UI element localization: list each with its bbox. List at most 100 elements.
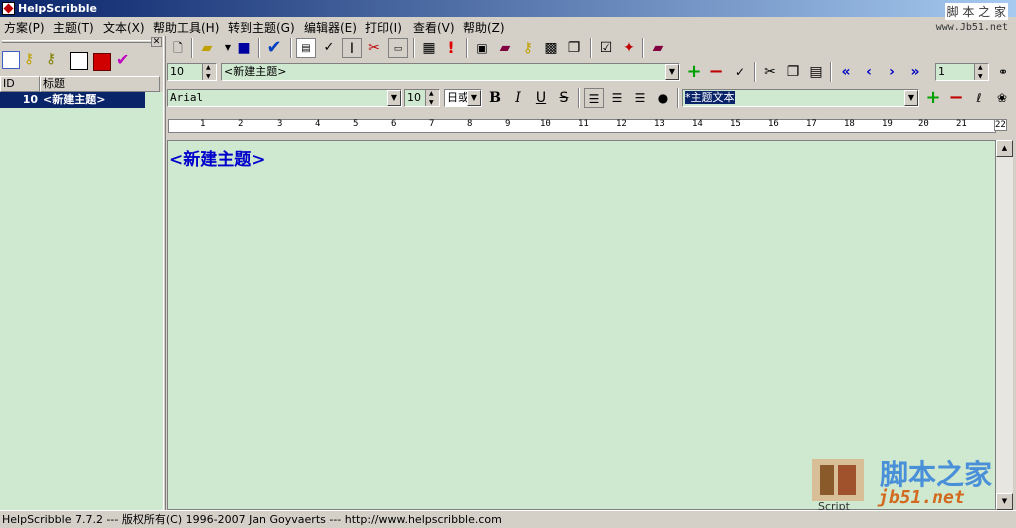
add-style-icon[interactable]: +	[923, 88, 943, 108]
help-book-icon[interactable]: ▰	[648, 38, 668, 58]
add-icon[interactable]: +	[684, 62, 704, 82]
grid-icon[interactable]: ▩	[541, 38, 561, 58]
last-topic-icon[interactable]: »	[905, 62, 925, 82]
preview-icon[interactable]: ▭	[388, 38, 408, 58]
align-left-icon[interactable]: ☰	[584, 88, 604, 108]
column-title[interactable]: 标题	[40, 76, 160, 92]
menu-topic[interactable]: 主题(T)	[53, 19, 94, 36]
menu-project[interactable]: 方案(P)	[4, 19, 45, 36]
key-icon[interactable]: ⚷	[24, 51, 42, 69]
separator	[677, 88, 679, 108]
topic-id-spinner[interactable]	[202, 64, 216, 80]
style-settings-icon[interactable]: ❀	[992, 88, 1012, 108]
menu-goto-topic[interactable]: 转到主题(G)	[228, 19, 295, 36]
column-id[interactable]: ID	[0, 76, 40, 92]
nav-spinner[interactable]	[974, 64, 988, 80]
status-bar: HelpScribble 7.7.2 --- 版权所有(C) 1996-2007…	[0, 510, 1016, 528]
menu-text[interactable]: 文本(X)	[103, 19, 145, 36]
ruler-tick: 22	[994, 119, 1007, 131]
cut-icon[interactable]: ✂	[760, 62, 780, 82]
copy-icon[interactable]: ❐	[783, 62, 803, 82]
book-icon[interactable]: ▰	[495, 38, 515, 58]
align-center-icon[interactable]: ☰	[607, 88, 627, 108]
font-field[interactable]: Arial	[167, 89, 402, 107]
close-icon[interactable]: ✕	[151, 37, 162, 47]
separator	[413, 38, 415, 58]
ruler-tick: 20	[918, 119, 929, 129]
first-topic-icon[interactable]: «	[836, 62, 856, 82]
remove-icon[interactable]: −	[706, 62, 726, 82]
menu-bar: 方案(P) 主题(T) 文本(X) 帮助工具(H) 转到主题(G) 编辑器(E)…	[0, 17, 1016, 36]
style-field[interactable]: *主题文本	[682, 89, 919, 107]
ruler-tick: 9	[505, 119, 511, 129]
windows-icon[interactable]: ❐	[564, 38, 584, 58]
row-id: 10	[22, 93, 38, 106]
menu-help-tools[interactable]: 帮助工具(H)	[153, 19, 219, 36]
menu-print[interactable]: 打印(I)	[365, 19, 402, 36]
style-edit-icon[interactable]: ℓ	[969, 88, 989, 108]
keyword-a-icon[interactable]: ⚷	[46, 51, 64, 69]
font-dropdown[interactable]: ▼	[387, 90, 401, 106]
check-small-icon[interactable]: ✓	[319, 38, 339, 58]
save-icon[interactable]: ■	[234, 38, 254, 58]
key-icon[interactable]: ⚷	[518, 38, 538, 58]
separator	[290, 38, 292, 58]
menu-help[interactable]: 帮助(Z)	[463, 19, 505, 36]
check-icon[interactable]: ✓	[730, 62, 750, 82]
lang-dropdown[interactable]: ▼	[467, 90, 481, 106]
menu-view[interactable]: 查看(V)	[413, 19, 455, 36]
scroll-down-icon[interactable]: ▼	[996, 493, 1013, 510]
separator	[590, 38, 592, 58]
ruler-tick: 10	[540, 119, 551, 129]
remove-style-icon[interactable]: −	[946, 88, 966, 108]
topic-list[interactable]	[0, 92, 163, 510]
next-topic-icon[interactable]: ›	[882, 62, 902, 82]
underline-icon[interactable]: U	[531, 88, 551, 108]
size-spinner[interactable]	[425, 90, 439, 106]
bullet-icon[interactable]: ●	[653, 88, 673, 108]
style-dropdown[interactable]: ▼	[904, 90, 918, 106]
open-folder-icon[interactable]: ▰	[197, 38, 217, 58]
link-icon[interactable]: ⚭	[993, 62, 1013, 82]
align-right-icon[interactable]: ☰	[630, 88, 650, 108]
topic-title-dropdown[interactable]: ▼	[665, 64, 679, 80]
bold-icon[interactable]: B	[485, 88, 505, 108]
ruler-tick: 17	[806, 119, 817, 129]
app-icon[interactable]	[2, 2, 15, 15]
window-icon[interactable]	[93, 53, 111, 71]
separator	[754, 62, 756, 82]
compile-icon[interactable]: ✦	[619, 38, 639, 58]
ruler-tick: 16	[768, 119, 779, 129]
vertical-scrollbar[interactable]: ▲ ▼	[996, 140, 1013, 510]
ruler-tick: 2	[238, 119, 244, 129]
splitter[interactable]	[163, 36, 166, 510]
prev-topic-icon[interactable]: ‹	[859, 62, 879, 82]
text-cursor-icon[interactable]: I	[342, 38, 362, 58]
ruler-tick: 7	[429, 119, 435, 129]
editor-topic-text[interactable]: <新建主题>	[169, 145, 266, 170]
topic-editor-icon[interactable]: ▤	[296, 38, 316, 58]
toolbar-grip[interactable]	[2, 40, 152, 43]
page-icon[interactable]: ▣	[472, 38, 492, 58]
paste-icon[interactable]: ▤	[806, 62, 826, 82]
strikethrough-icon[interactable]: S	[554, 88, 574, 108]
alert-icon[interactable]: !	[441, 38, 461, 58]
tools-icon[interactable]: ✂	[364, 38, 384, 58]
watermark-site: jb51.net	[878, 487, 965, 508]
check-spelling-icon[interactable]: ✔	[264, 38, 284, 58]
check-icon[interactable]: ✔	[116, 50, 134, 69]
italic-icon[interactable]: I	[508, 88, 528, 108]
watermark-url: www.Jb51.net	[935, 22, 1008, 33]
checklist-icon[interactable]: ☑	[596, 38, 616, 58]
ruler-tick: 8	[467, 119, 473, 129]
scroll-up-icon[interactable]: ▲	[996, 140, 1013, 157]
calculator-icon[interactable]: ▦	[419, 38, 439, 58]
topic-editor[interactable]	[167, 140, 996, 510]
table-row[interactable]: 10 <新建主题>	[0, 92, 145, 108]
document-icon[interactable]	[70, 52, 88, 70]
ruler-tick: 4	[315, 119, 321, 129]
title-list-icon[interactable]	[2, 51, 20, 69]
topic-title-field[interactable]: <新建主题>	[221, 63, 680, 81]
new-icon[interactable]: 🗋	[168, 38, 188, 58]
menu-editor[interactable]: 编辑器(E)	[304, 19, 357, 36]
